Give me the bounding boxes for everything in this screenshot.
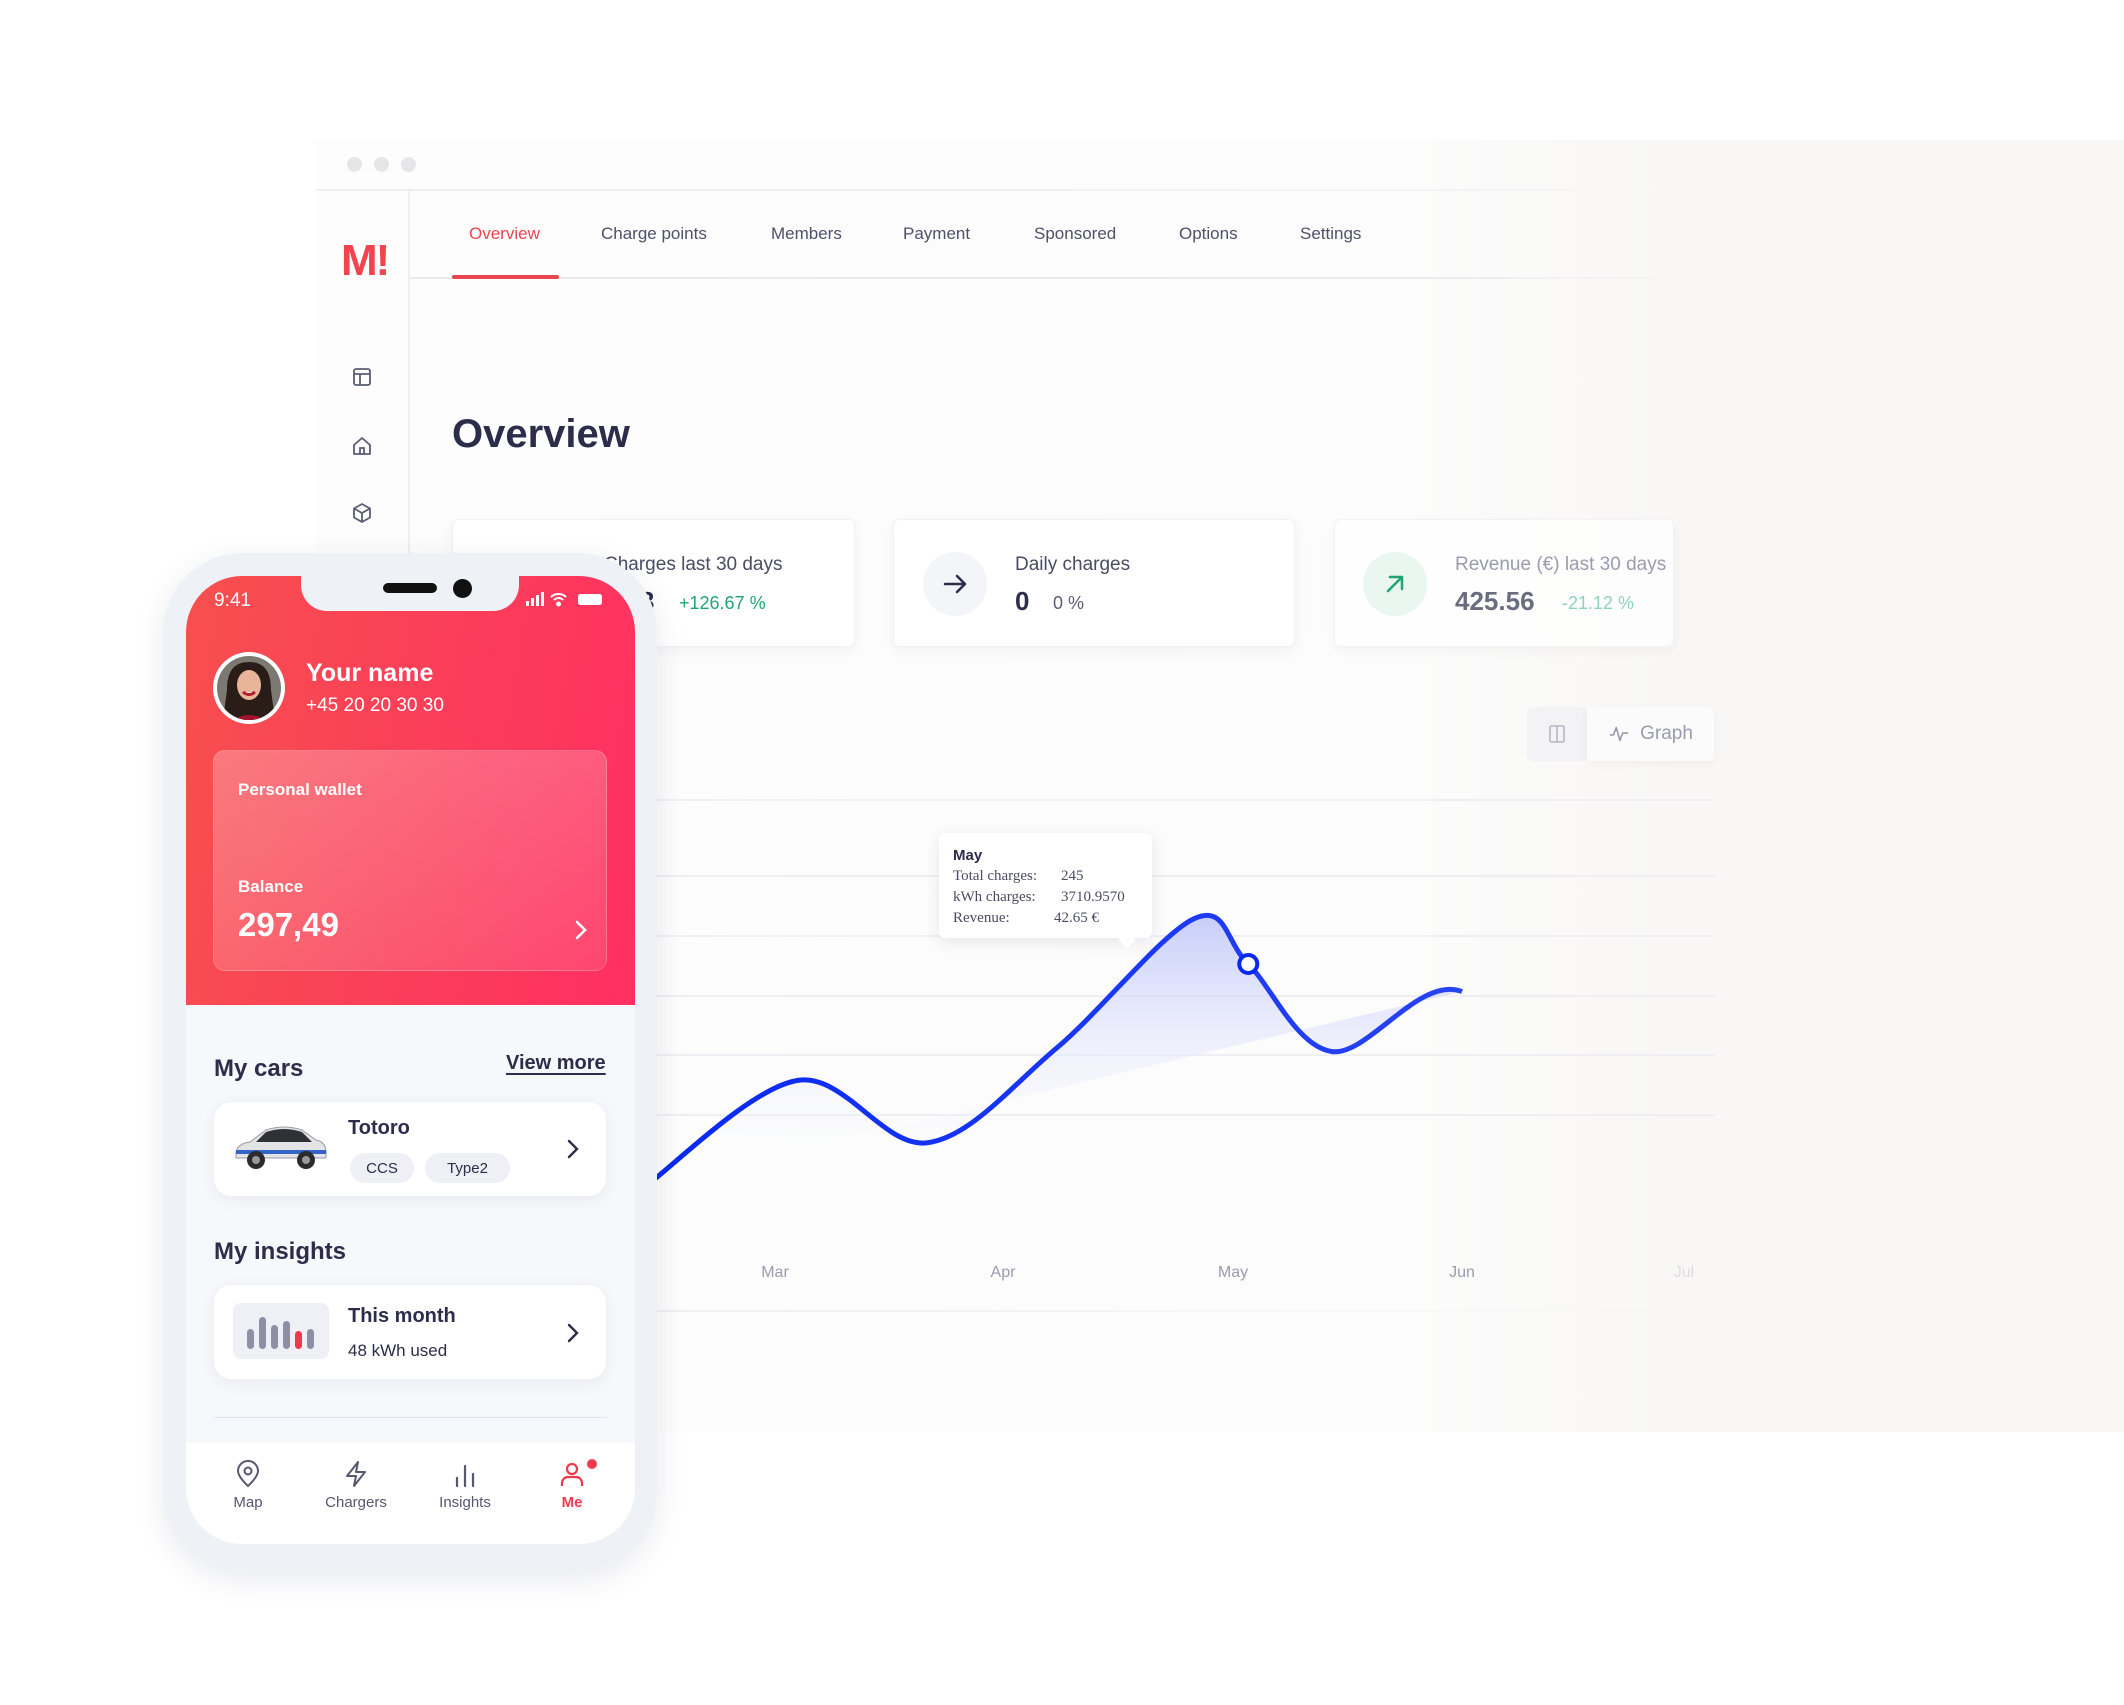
bar-chart-icon — [455, 1464, 475, 1488]
phone-notch — [301, 576, 519, 611]
bar-chart-thumbnail — [233, 1303, 329, 1359]
chart-tooltip: May Total charges: 245 kWh charges: 3710.9… — [939, 833, 1152, 949]
user-icon — [560, 1462, 584, 1486]
nav-label: Insights — [439, 1494, 491, 1511]
x-tick-label: May — [1217, 1264, 1249, 1281]
x-tick-label: Mar — [761, 1264, 789, 1281]
insight-card[interactable]: This month 48 kWh used — [213, 1284, 607, 1380]
my-cars-title: My cars — [214, 1055, 304, 1082]
avatar[interactable] — [211, 650, 287, 726]
insight-title: This month — [348, 1305, 456, 1327]
car-name: Totoro — [348, 1117, 410, 1139]
tooltip-value: 3710.9570 — [1061, 889, 1125, 905]
connector-chip: Type2 — [425, 1153, 510, 1183]
signal-icon — [526, 592, 544, 606]
battery-icon — [578, 594, 602, 605]
view-more-link[interactable]: View more — [506, 1052, 606, 1075]
lightning-icon — [346, 1461, 366, 1487]
status-time: 9:41 — [214, 590, 251, 611]
camera — [453, 579, 472, 598]
chevron-right-icon — [567, 1139, 579, 1159]
tooltip-title: May — [953, 847, 983, 864]
user-name: Your name — [306, 659, 434, 687]
map-pin-icon — [236, 1460, 260, 1488]
car-card[interactable]: Totoro CCS Type2 — [213, 1101, 607, 1197]
x-tick-label: Jul — [1673, 1264, 1695, 1281]
chart-highlight-point[interactable] — [1237, 953, 1260, 975]
user-phone: +45 20 20 30 30 — [306, 695, 444, 716]
balance-value: 297,49 — [238, 906, 339, 943]
notification-badge — [587, 1459, 597, 1469]
chevron-right-icon — [575, 920, 587, 940]
balance-label: Balance — [238, 877, 304, 896]
status-icons — [526, 592, 602, 607]
nav-label: Me — [561, 1494, 583, 1511]
nav-label: Map — [233, 1494, 263, 1511]
tooltip-key: kWh charges: — [953, 889, 1036, 905]
divider — [214, 1417, 607, 1418]
chevron-right-icon — [567, 1323, 579, 1343]
nav-label: Chargers — [325, 1494, 387, 1511]
car-image — [235, 1126, 327, 1169]
my-insights-title: My insights — [214, 1238, 347, 1265]
tooltip-key: Revenue: — [953, 910, 1010, 926]
wallet-card[interactable]: Personal wallet Balance 297,49 — [213, 750, 607, 971]
wallet-title: Personal wallet — [238, 780, 362, 799]
x-tick-label: Apr — [990, 1264, 1016, 1281]
speaker — [383, 583, 437, 593]
tooltip-value: 245 — [1061, 868, 1084, 884]
phone-screen: 9:41 Your name +45 20 20 30 30 Personal … — [186, 576, 635, 1544]
x-tick-label: Jun — [1449, 1264, 1475, 1281]
tooltip-key: Total charges: — [953, 868, 1038, 884]
wifi-icon — [550, 593, 567, 607]
connector-chip: CCS — [350, 1153, 414, 1183]
insight-subtitle: 48 kWh used — [348, 1341, 448, 1360]
tooltip-value: 42.65 € — [1054, 910, 1099, 926]
